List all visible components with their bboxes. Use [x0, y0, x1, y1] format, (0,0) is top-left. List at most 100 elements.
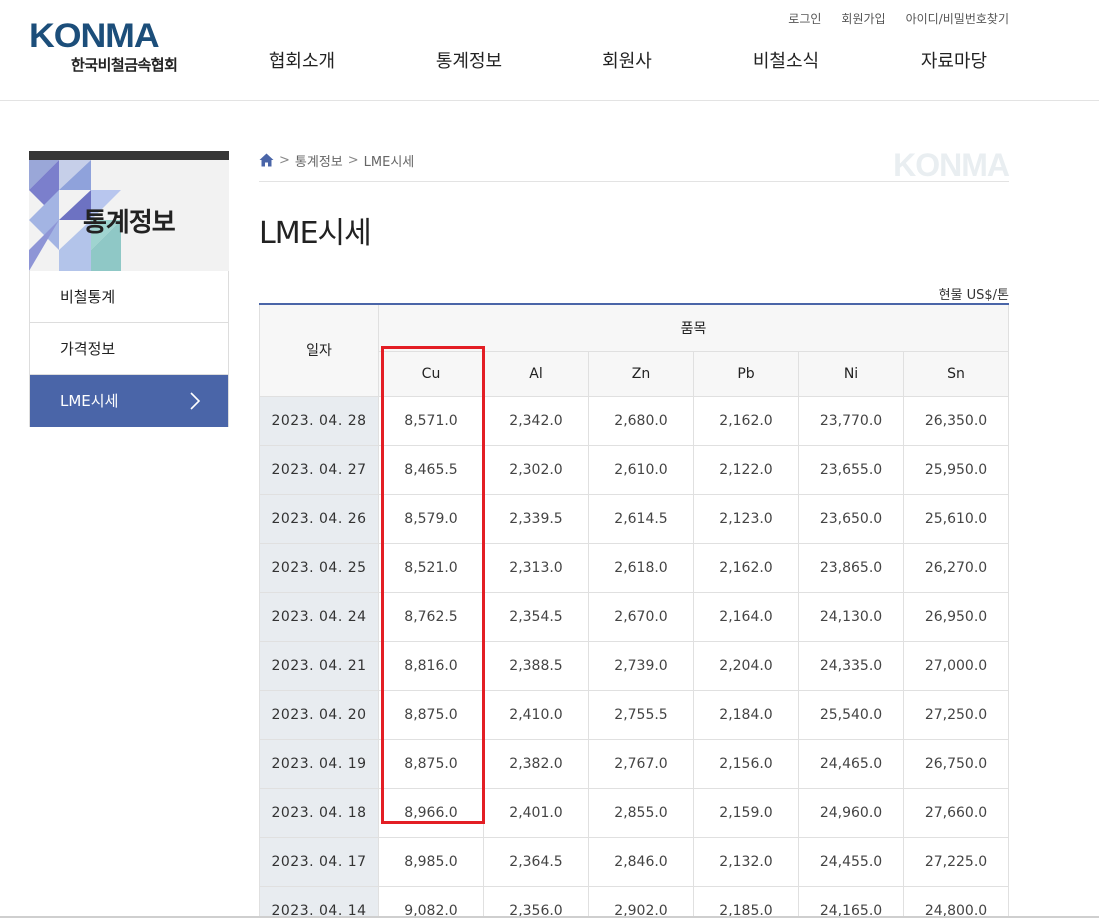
table-row: 2023. 04. 20 8,875.0 2,410.0 2,755.5 2,184.0… — [259, 689, 1010, 740]
price-cell-sn: 27,225.0 — [902, 836, 1010, 887]
sidebar-item-lme-price[interactable]: LME시세 — [30, 375, 228, 427]
date-cell: 2023. 04. 17 — [259, 836, 379, 887]
price-cell-pb: 2,162.0 — [693, 542, 799, 593]
table-row: 2023. 04. 25 8,521.0 2,313.0 2,618.0 2,162.0… — [259, 542, 1010, 593]
nav-item-news[interactable]: 비철소식 — [702, 47, 870, 73]
sidebar-item-label: 비철통계 — [60, 288, 116, 306]
watermark-logo: KONMA — [893, 147, 1010, 183]
nav-item-resources[interactable]: 자료마당 — [870, 47, 1038, 73]
table-row: 2023. 04. 18 8,966.0 2,401.0 2,855.0 2,159.0… — [259, 787, 1010, 838]
sidebar-item-price-info[interactable]: 가격정보 — [30, 323, 228, 375]
home-icon[interactable] — [259, 153, 274, 167]
date-cell: 2023. 04. 14 — [259, 885, 379, 918]
price-cell-sn: 27,250.0 — [902, 689, 1010, 740]
table-row: 2023. 04. 24 8,762.5 2,354.5 2,670.0 2,164.0… — [259, 591, 1010, 642]
price-cell-pb: 2,185.0 — [693, 885, 799, 918]
header-metal-pb: Pb — [693, 350, 799, 397]
price-cell-ni: 25,540.0 — [798, 689, 904, 740]
price-cell-zn: 2,670.0 — [588, 591, 694, 642]
price-cell-zn: 2,618.0 — [588, 542, 694, 593]
price-cell-cu: 8,579.0 — [378, 493, 484, 544]
price-cell-al: 2,313.0 — [483, 542, 589, 593]
signup-link[interactable]: 회원가입 — [841, 10, 885, 27]
find-account-link[interactable]: 아이디/비밀번호찾기 — [906, 10, 1009, 27]
logo-subtitle: 한국비철금속협회 — [71, 56, 178, 74]
price-cell-sn: 27,660.0 — [902, 787, 1010, 838]
sidebar: 통계정보 비철통계 가격정보 LME시세 — [29, 151, 229, 427]
login-link[interactable]: 로그인 — [788, 10, 821, 27]
header-metal-zn: Zn — [588, 350, 694, 397]
price-cell-zn: 2,739.0 — [588, 640, 694, 691]
table-row: 2023. 04. 19 8,875.0 2,382.0 2,767.0 2,156.0… — [259, 738, 1010, 789]
price-cell-cu: 8,816.0 — [378, 640, 484, 691]
price-cell-pb: 2,123.0 — [693, 493, 799, 544]
table-row: 2023. 04. 28 8,571.0 2,342.0 2,680.0 2,162.0… — [259, 395, 1010, 446]
price-cell-pb: 2,204.0 — [693, 640, 799, 691]
breadcrumb-item-lme[interactable]: LME시세 — [364, 151, 415, 170]
table-row: 2023. 04. 14 9,082.0 2,356.0 2,902.0 2,185.0… — [259, 885, 1010, 918]
price-cell-zn: 2,755.5 — [588, 689, 694, 740]
price-cell-cu: 8,985.0 — [378, 836, 484, 887]
nav-item-members[interactable]: 회원사 — [543, 47, 711, 73]
utility-links: 로그인 회원가입 아이디/비밀번호찾기 — [788, 10, 1009, 27]
price-cell-sn: 26,950.0 — [902, 591, 1010, 642]
price-cell-al: 2,302.0 — [483, 444, 589, 495]
price-cell-cu: 8,966.0 — [378, 787, 484, 838]
header-metal-cu: Cu — [378, 350, 484, 397]
price-cell-sn: 26,750.0 — [902, 738, 1010, 789]
price-cell-cu: 8,465.5 — [378, 444, 484, 495]
price-cell-ni: 24,465.0 — [798, 738, 904, 789]
nav-item-statistics[interactable]: 통계정보 — [385, 47, 553, 73]
date-cell: 2023. 04. 24 — [259, 591, 379, 642]
price-cell-sn: 27,000.0 — [902, 640, 1010, 691]
price-cell-ni: 24,335.0 — [798, 640, 904, 691]
price-cell-zn: 2,767.0 — [588, 738, 694, 789]
sidebar-banner: 통계정보 — [29, 151, 229, 271]
table-row: 2023. 04. 17 8,985.0 2,364.5 2,846.0 2,132.0… — [259, 836, 1010, 887]
header-metal-ni: Ni — [798, 350, 904, 397]
price-cell-cu: 8,571.0 — [378, 395, 484, 446]
breadcrumb-separator: > — [347, 152, 359, 168]
header-date: 일자 — [259, 303, 379, 397]
price-cell-pb: 2,159.0 — [693, 787, 799, 838]
date-cell: 2023. 04. 19 — [259, 738, 379, 789]
price-cell-pb: 2,156.0 — [693, 738, 799, 789]
price-cell-pb: 2,164.0 — [693, 591, 799, 642]
price-cell-ni: 23,865.0 — [798, 542, 904, 593]
header-item-group: 품목 — [377, 303, 1010, 352]
price-cell-al: 2,401.0 — [483, 787, 589, 838]
page-title: LME시세 — [259, 216, 372, 251]
price-cell-cu: 8,762.5 — [378, 591, 484, 642]
price-cell-al: 2,356.0 — [483, 885, 589, 918]
breadcrumb: > 통계정보 > LME시세 — [259, 150, 414, 170]
breadcrumb-divider — [259, 181, 1009, 182]
price-cell-al: 2,388.5 — [483, 640, 589, 691]
price-cell-sn: 26,270.0 — [902, 542, 1010, 593]
price-cell-zn: 2,680.0 — [588, 395, 694, 446]
price-cell-zn: 2,610.0 — [588, 444, 694, 495]
table-row: 2023. 04. 21 8,816.0 2,388.5 2,739.0 2,204.0… — [259, 640, 1010, 691]
price-cell-pb: 2,162.0 — [693, 395, 799, 446]
header-metal-al: Al — [483, 350, 589, 397]
price-cell-sn: 24,800.0 — [902, 885, 1010, 918]
main-navigation: 협회소개 통계정보 회원사 비철소식 자료마당 — [218, 47, 1038, 73]
price-cell-al: 2,382.0 — [483, 738, 589, 789]
price-cell-zn: 2,614.5 — [588, 493, 694, 544]
logo-wordmark: KONMA — [29, 17, 160, 55]
chevron-right-icon — [190, 392, 201, 410]
unit-label: 현물 US$/톤 — [938, 288, 1009, 303]
sidebar-item-nonferrous-stats[interactable]: 비철통계 — [30, 271, 228, 323]
breadcrumb-item-statistics[interactable]: 통계정보 — [295, 151, 343, 170]
lme-price-table: 일자 품목 Cu Al Zn Pb Ni Sn 2023. 04. 28 8,571.0 2,… — [259, 303, 1010, 918]
price-cell-al: 2,354.5 — [483, 591, 589, 642]
nav-item-about[interactable]: 협회소개 — [218, 47, 386, 73]
price-cell-sn: 25,950.0 — [902, 444, 1010, 495]
konma-logo[interactable]: KONMA 한국비철금속협회 — [29, 18, 199, 78]
price-cell-zn: 2,855.0 — [588, 787, 694, 838]
price-cell-ni: 24,130.0 — [798, 591, 904, 642]
date-cell: 2023. 04. 21 — [259, 640, 379, 691]
price-cell-ni: 24,165.0 — [798, 885, 904, 918]
price-cell-sn: 26,350.0 — [902, 395, 1010, 446]
price-cell-cu: 8,521.0 — [378, 542, 484, 593]
price-cell-ni: 23,650.0 — [798, 493, 904, 544]
